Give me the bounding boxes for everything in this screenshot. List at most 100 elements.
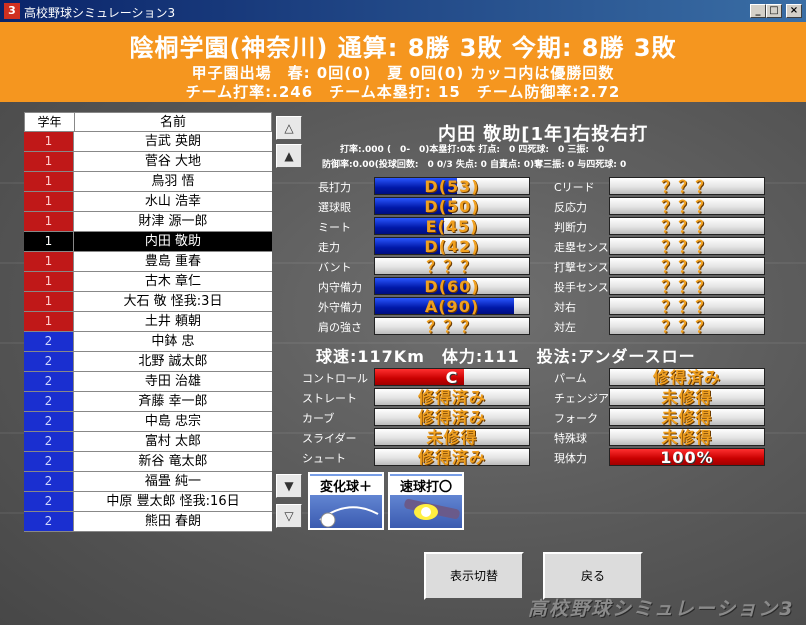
scroll-down-button[interactable]: ▼: [276, 474, 302, 498]
scroll-up-button[interactable]: ▲: [276, 144, 302, 168]
window-title: 高校野球シミュレーション3: [24, 6, 176, 20]
stat-label: ストレート: [302, 392, 357, 405]
stat-label: 内守備力: [318, 281, 362, 294]
stat-bar: A(90): [374, 297, 530, 315]
koshien-appearances: 甲子園出場 春: 0回(0) 夏 0回(0) カッコ内は優勝回数: [191, 64, 615, 82]
maximize-button[interactable]: □: [766, 4, 782, 18]
roster-row[interactable]: 2 中原 豐太郎 怪我:16日: [24, 492, 272, 512]
player-name: 豊島 重春: [74, 252, 272, 271]
player-name: 鳥羽 悟: [74, 172, 272, 191]
toggle-display-button[interactable]: 表示切替: [424, 552, 524, 600]
stat-label: コントロール: [302, 372, 368, 385]
stat-value: 100%: [660, 448, 714, 467]
stat-bar: D(42): [374, 237, 530, 255]
stat-value: ？？？: [661, 197, 713, 216]
player-batting-stats: 打率:.000 ( 0- 0)本塁打:0本 打点: 0 四死球: 0 三振: 0: [340, 145, 605, 155]
stat-value: ？？？: [661, 217, 713, 236]
stat-label: パーム: [554, 372, 587, 385]
stat-value: ？？？: [661, 257, 713, 276]
stat-bar: ？？？: [609, 177, 765, 195]
year-column-header: 学年: [25, 113, 75, 131]
close-button[interactable]: ×: [786, 4, 802, 18]
roster-row[interactable]: 2 寺田 治雄: [24, 372, 272, 392]
roster-row[interactable]: 2 新谷 竜太郎: [24, 452, 272, 472]
stat-value: ？？？: [661, 317, 713, 336]
stat-value: 未修得: [661, 388, 713, 407]
roster-row[interactable]: 2 富村 太郎: [24, 432, 272, 452]
stat-value: D(42): [424, 237, 480, 256]
page-down-button[interactable]: ▽: [276, 504, 302, 528]
player-year: 1: [24, 292, 74, 311]
stat-value: 未修得: [426, 428, 478, 447]
player-name: 財津 源一郎: [74, 212, 272, 231]
stat-bar: 未修得: [609, 388, 765, 406]
roster-row[interactable]: 1 吉武 英朗: [24, 132, 272, 152]
roster-row[interactable]: 2 中鉢 忠: [24, 332, 272, 352]
breaking-ball-icon: [319, 506, 379, 528]
stat-label: 対右: [554, 301, 576, 314]
roster-row[interactable]: 1 内田 敬助: [24, 232, 272, 252]
roster-row[interactable]: 2 福畳 純一: [24, 472, 272, 492]
stat-label: 打撃センス: [554, 261, 609, 274]
back-button[interactable]: 戻る: [543, 552, 643, 600]
team-header: 陰桐学園(神奈川) 通算: 8勝 3敗 今期: 8勝 3敗 甲子園出場 春: 0…: [0, 22, 806, 102]
stat-value: 修得済み: [652, 368, 721, 387]
roster-row[interactable]: 2 熊田 春朗: [24, 512, 272, 532]
stat-label: Cリード: [554, 181, 595, 194]
stat-value: 修得済み: [417, 408, 486, 427]
player-name: 土井 頼朝: [74, 312, 272, 331]
player-name: 熊田 春朗: [74, 512, 272, 531]
roster-row[interactable]: 1 古木 章仁: [24, 272, 272, 292]
stat-label: 長打力: [318, 181, 351, 194]
badge-label: 速球打〇: [390, 476, 462, 495]
player-year: 2: [24, 492, 74, 511]
stat-bar: ？？？: [374, 317, 530, 335]
stat-label: 外守備力: [318, 301, 362, 314]
stat-label: 投手センス: [554, 281, 609, 294]
roster-row[interactable]: 1 水山 浩幸: [24, 192, 272, 212]
stat-value: ？？？: [661, 237, 713, 256]
player-year: 1: [24, 192, 74, 211]
stat-bar: ？？？: [609, 217, 765, 235]
roster-row[interactable]: 2 斉藤 幸一郎: [24, 392, 272, 412]
player-year: 1: [24, 172, 74, 191]
player-name: 中原 豐太郎 怪我:16日: [74, 492, 272, 511]
roster-row[interactable]: 1 豊島 重春: [24, 252, 272, 272]
roster-row[interactable]: 1 鳥羽 悟: [24, 172, 272, 192]
stat-value: 未修得: [661, 408, 713, 427]
player-year: 1: [24, 252, 74, 271]
stat-value: 未修得: [661, 428, 713, 447]
page-up-button[interactable]: △: [276, 116, 302, 140]
player-name: 水山 浩幸: [74, 192, 272, 211]
player-name: 新谷 竜太郎: [74, 452, 272, 471]
roster-row[interactable]: 1 菅谷 大地: [24, 152, 272, 172]
stat-label: バント: [318, 261, 352, 274]
bat-hit-icon: [404, 499, 460, 520]
stat-bar: ？？？: [609, 297, 765, 315]
player-name: 福畳 純一: [74, 472, 272, 491]
player-pitching-stats: 防御率:0.00(投球回数: 0 0/3 失点: 0 自責点: 0)奪三振: 0…: [322, 160, 627, 170]
player-name: 富村 太郎: [74, 432, 272, 451]
player-year: 2: [24, 432, 74, 451]
roster-row[interactable]: 2 中島 忠宗: [24, 412, 272, 432]
player-name: 菅谷 大地: [74, 152, 272, 171]
player-year: 2: [24, 412, 74, 431]
roster-row[interactable]: 1 財津 源一郎: [24, 212, 272, 232]
stat-bar: E(45): [374, 217, 530, 235]
stat-value: ？？？: [426, 317, 478, 336]
minimize-button[interactable]: _: [750, 4, 766, 18]
pitching-summary: 球速:117Km 体力:111 投法:アンダースロー: [316, 347, 696, 366]
roster-row[interactable]: 1 大石 敬 怪我:3日: [24, 292, 272, 312]
stat-label: 走力: [318, 241, 340, 254]
stat-label: 肩の強さ: [318, 321, 362, 334]
game-logo-watermark: 高校野球シミュレーション3: [528, 598, 795, 620]
roster-row[interactable]: 2 北野 誠太郎: [24, 352, 272, 372]
player-year: 2: [24, 372, 74, 391]
stat-value: ？？？: [661, 277, 713, 296]
stat-bar: 未修得: [609, 428, 765, 446]
roster-row[interactable]: 1 土井 頼朝: [24, 312, 272, 332]
stat-bar: ？？？: [609, 317, 765, 335]
stat-bar: 未修得: [609, 408, 765, 426]
app-icon: 3: [4, 3, 20, 19]
stat-bar: 100%: [609, 448, 765, 466]
